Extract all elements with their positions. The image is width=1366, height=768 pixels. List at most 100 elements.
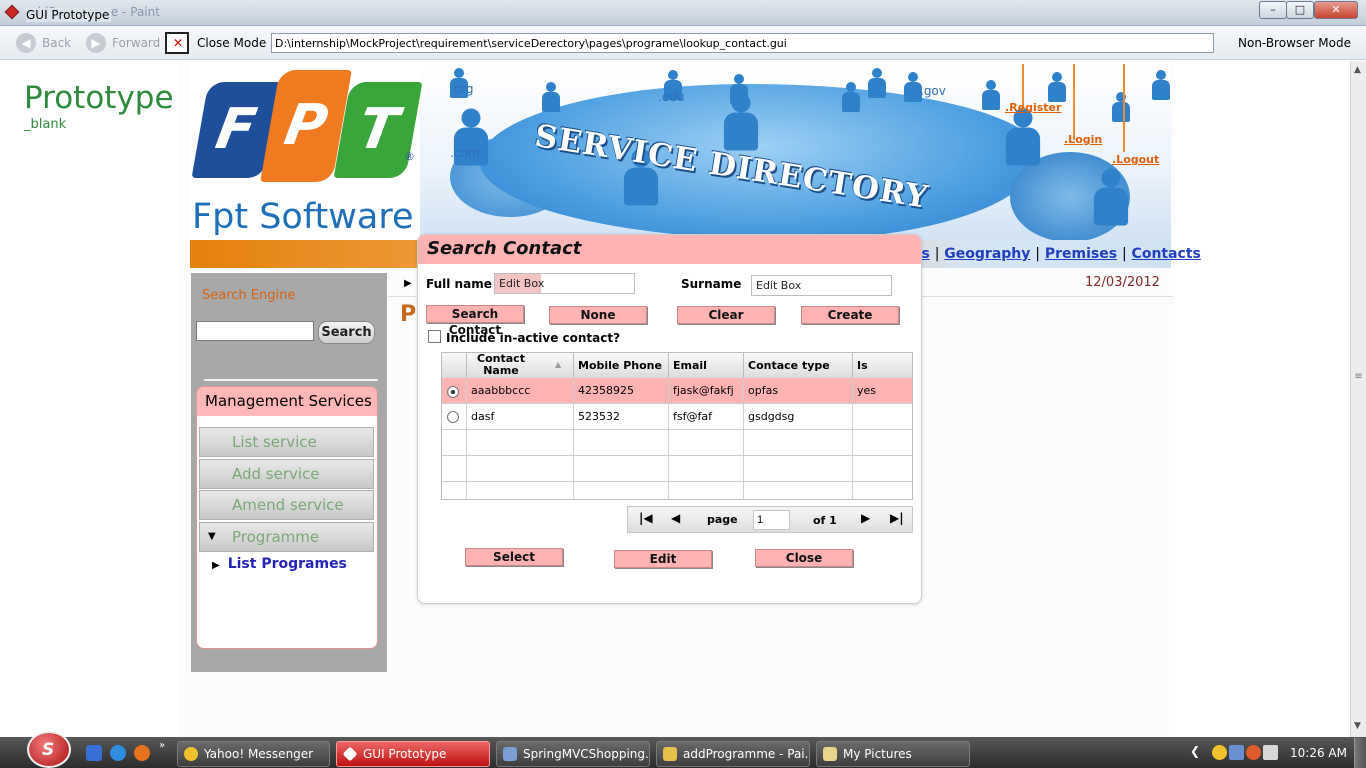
forward-button[interactable]: ▶ Forward: [86, 33, 160, 53]
empty-cell: [574, 456, 669, 482]
fullname-input[interactable]: [494, 273, 635, 294]
page-number-input[interactable]: [753, 510, 790, 530]
next-page-icon[interactable]: ▶: [861, 511, 870, 525]
previous-page-icon[interactable]: ◀: [671, 511, 680, 525]
search-input[interactable]: [196, 321, 314, 341]
start-button[interactable]: S: [27, 731, 71, 768]
nav-link-geography[interactable]: Geography: [944, 246, 1030, 262]
app-icon: [4, 4, 20, 20]
banner-nav-links: es | Geography | Premises | Contacts: [912, 246, 1201, 262]
tld-label: .gov: [920, 84, 946, 98]
clear-button[interactable]: Clear: [677, 306, 775, 324]
show-desktop-quicklaunch-icon[interactable]: [86, 745, 102, 761]
tld-label: .edu: [658, 90, 685, 104]
minimize-button[interactable]: –: [1259, 1, 1287, 19]
folder-icon: [823, 747, 837, 761]
logout-link[interactable]: .Logout: [1112, 153, 1159, 166]
clock[interactable]: 10:26 AM: [1290, 746, 1347, 760]
table-header-is-active[interactable]: Is active?: [853, 353, 912, 397]
menu-item-programme[interactable]: ▼ Programme: [199, 522, 374, 552]
taskbar-item-yahoo[interactable]: Yahoo! Messenger: [177, 741, 330, 767]
taskbar-item-paint[interactable]: addProgramme - Pai...: [656, 741, 810, 767]
back-label: Back: [42, 36, 72, 50]
none-button[interactable]: None: [549, 306, 647, 324]
internet-explorer-icon[interactable]: [110, 745, 126, 761]
search-contact-button[interactable]: Search Contact: [426, 305, 524, 337]
volume-icon[interactable]: [1263, 745, 1278, 760]
submenu-list-programes[interactable]: ▶ List Programes: [212, 556, 347, 572]
back-button[interactable]: ◀ Back: [16, 33, 71, 53]
page-label: page: [707, 513, 738, 526]
person-icon: [1046, 72, 1068, 102]
scroll-down-icon[interactable]: ▼: [1354, 721, 1361, 731]
cell-contact-name: aaabbbccc: [467, 378, 574, 404]
tld-label: .org: [450, 82, 474, 96]
cell-is-active: yes: [857, 384, 877, 397]
nav-link-contacts[interactable]: Contacts: [1132, 246, 1201, 262]
close-mode-button[interactable]: Close Mode: [165, 32, 266, 54]
show-desktop-button[interactable]: [1354, 738, 1366, 768]
window-close-button[interactable]: ✕: [1314, 1, 1358, 19]
person-icon: [980, 80, 1002, 110]
menu-item-amend-service[interactable]: Amend service: [199, 490, 374, 520]
row-radio-button[interactable]: [447, 386, 459, 398]
menu-item-list-service[interactable]: List service: [199, 427, 374, 457]
search-button[interactable]: Search: [318, 321, 375, 344]
sort-icon[interactable]: ▲: [555, 359, 561, 371]
cell-contact-type: opfas: [744, 378, 853, 404]
cell-contact-name: dasf: [467, 404, 574, 430]
table-header-contact-name[interactable]: Contact Name ▲: [467, 353, 574, 378]
table-row[interactable]: dasf 523532 fsf@faf gsdgdsg: [442, 404, 912, 430]
person-icon: [840, 82, 862, 112]
column-label: Contact Name: [477, 352, 525, 377]
edit-button[interactable]: Edit: [614, 550, 712, 568]
taskbar-item-gui-prototype[interactable]: GUI Prototype: [336, 741, 490, 767]
paint-icon: [663, 747, 677, 761]
network-icon[interactable]: [1229, 745, 1244, 760]
menu-item-label: Amend service: [232, 496, 344, 514]
non-browser-mode-button[interactable]: Non-Browser Mode: [1238, 36, 1351, 50]
table-row[interactable]: aaabbbccc 42358925 fjask@fakfj opfas yes: [442, 378, 912, 404]
table-header-contact-type[interactable]: Contace type: [744, 353, 853, 378]
empty-cell: [744, 456, 853, 482]
first-page-icon[interactable]: |◀: [639, 511, 653, 525]
scroll-up-icon[interactable]: ▲: [1354, 65, 1361, 75]
surname-input[interactable]: [751, 275, 892, 296]
nav-separator: |: [1121, 246, 1127, 262]
include-inactive-checkbox[interactable]: [428, 330, 441, 343]
nav-link-premises[interactable]: Premises: [1045, 246, 1117, 262]
registered-mark: ®: [404, 150, 415, 163]
page-count-label: of 1: [813, 514, 837, 527]
task-label: addProgramme - Pai...: [683, 747, 810, 761]
table-header-email[interactable]: Email: [669, 353, 744, 378]
table-header-mobile-phone[interactable]: Mobile Phone: [574, 353, 669, 378]
create-button[interactable]: Create: [801, 306, 899, 324]
task-label: My Pictures: [843, 747, 912, 761]
close-button[interactable]: Close: [755, 549, 853, 567]
taskbar-item-my-pictures[interactable]: My Pictures: [816, 741, 970, 767]
address-field[interactable]: [271, 33, 1214, 53]
person-icon: [1002, 108, 1044, 166]
vertical-scrollbar[interactable]: ▲ ≡ ▼: [1350, 61, 1366, 737]
register-link[interactable]: .Register: [1005, 101, 1061, 114]
scroll-grip-icon[interactable]: ≡: [1353, 371, 1364, 391]
expand-arrow-icon[interactable]: ▶: [404, 278, 412, 289]
menu-item-add-service[interactable]: Add service: [199, 459, 374, 489]
yahoo-tray-icon[interactable]: [1212, 745, 1227, 760]
firefox-icon[interactable]: [134, 745, 150, 761]
empty-cell: [467, 456, 574, 482]
last-page-icon[interactable]: ▶|: [890, 511, 904, 525]
include-inactive-label: Include in-active contact?: [446, 331, 621, 345]
tray-expand-icon[interactable]: ❮: [1190, 744, 1200, 758]
quicklaunch-more-icon[interactable]: »: [159, 740, 165, 751]
tray-app-icon[interactable]: [1246, 745, 1261, 760]
menu-item-label: Add service: [232, 465, 320, 483]
login-link[interactable]: .Login: [1064, 133, 1102, 146]
prototype-subtitle: _blank: [24, 117, 67, 132]
empty-cell: [744, 430, 853, 456]
taskbar-item-springmvc[interactable]: SpringMVCShopping...: [496, 741, 650, 767]
sidebar-divider: [204, 379, 378, 381]
row-radio-button[interactable]: [447, 411, 459, 423]
maximize-button[interactable]: □: [1286, 1, 1314, 19]
select-button[interactable]: Select: [465, 548, 563, 566]
